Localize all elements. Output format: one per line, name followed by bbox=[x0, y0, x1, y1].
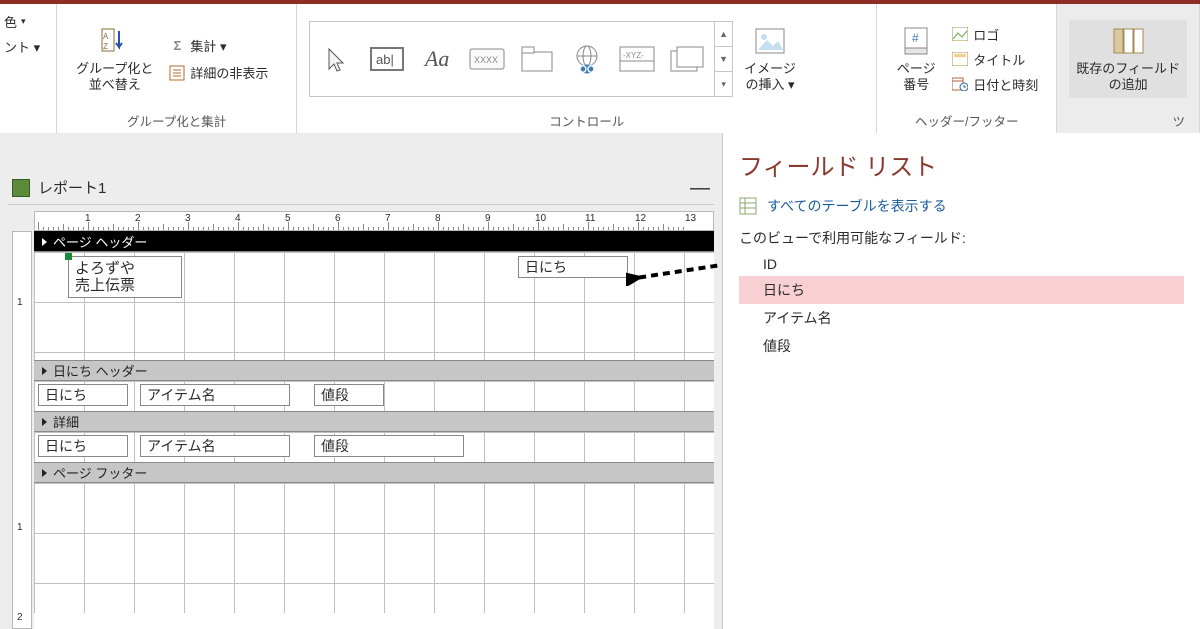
headerfooter-label: ヘッダー/フッター bbox=[889, 108, 1044, 133]
existing-fields-button[interactable]: 既存のフィールド の追加 bbox=[1069, 20, 1187, 99]
show-all-tables-link[interactable]: すべてのテーブルを表示する bbox=[739, 192, 1184, 220]
page-footer-bar[interactable]: ページ フッター bbox=[34, 462, 714, 483]
existing-fields-icon bbox=[1112, 25, 1144, 57]
sigma-icon: Σ bbox=[168, 37, 186, 55]
show-all-tables-label: すべてのテーブルを表示する bbox=[767, 196, 947, 216]
image-icon bbox=[754, 25, 786, 57]
title-icon bbox=[951, 50, 969, 68]
field-item-2[interactable]: アイテム名 bbox=[739, 304, 1184, 332]
color-label: 色 bbox=[4, 12, 17, 31]
d-price-field[interactable]: 値段 bbox=[314, 435, 464, 457]
gallery-group[interactable] bbox=[662, 35, 712, 83]
vertical-ruler[interactable]: 112 bbox=[12, 231, 32, 629]
gallery-scroll-down[interactable]: ▼ bbox=[715, 47, 732, 72]
field-item-3[interactable]: 値段 bbox=[739, 332, 1184, 360]
gallery-scroll-up[interactable]: ▲ bbox=[715, 22, 732, 47]
date-header-section[interactable]: 日にち アイテム名 値段 bbox=[34, 381, 714, 411]
horizontal-ruler[interactable]: 12345678910111213 bbox=[34, 211, 714, 231]
controls-label: コントロール bbox=[309, 108, 864, 133]
datetime-label: 日付と時刻 bbox=[973, 75, 1038, 94]
field-list-pane: フィールド リスト すべてのテーブルを表示する このビューで利用可能なフィールド… bbox=[722, 133, 1200, 629]
logo-icon bbox=[951, 25, 969, 43]
font-button[interactable]: ント ▾ bbox=[0, 35, 44, 58]
tools-label: ツ bbox=[1069, 108, 1187, 133]
group-sort-button[interactable]: AZ グループ化と 並べ替え bbox=[69, 20, 160, 99]
totals-button[interactable]: Σ 集計 ▾ bbox=[164, 34, 272, 57]
title-button[interactable]: タイトル bbox=[947, 48, 1042, 71]
detail-label: 詳細 bbox=[53, 412, 79, 431]
date-field-control[interactable]: 日にち bbox=[518, 256, 628, 278]
svg-text:-XYZ-: -XYZ- bbox=[623, 51, 644, 60]
field-list-title: フィールド リスト bbox=[739, 147, 1184, 182]
table-icon bbox=[739, 197, 757, 215]
report-icon bbox=[12, 179, 30, 197]
hide-details-button[interactable]: 詳細の非表示 bbox=[164, 61, 272, 84]
gallery-button[interactable]: XXXX bbox=[462, 35, 512, 83]
field-items-list: ID日にちアイテム名値段 bbox=[739, 252, 1184, 360]
report-tab-title: レポート1 bbox=[38, 177, 106, 198]
ribbon: 色▾ ント ▾ AZ グループ化と 並べ替え Σ 集計 ▾ bbox=[0, 0, 1200, 133]
page-number-label: ページ 番号 bbox=[897, 61, 936, 94]
totals-label: 集計 ▾ bbox=[190, 36, 226, 55]
detail-section[interactable]: 日にち アイテム名 値段 bbox=[34, 432, 714, 462]
svg-text:A: A bbox=[103, 32, 109, 41]
datetime-button[interactable]: 日付と時刻 bbox=[947, 73, 1042, 96]
group-sort-label: グループ化と 並べ替え bbox=[76, 61, 153, 94]
group-sort-icon: AZ bbox=[99, 25, 131, 57]
calendar-clock-icon bbox=[951, 75, 969, 93]
hide-details-icon bbox=[168, 64, 186, 82]
report-tab-header: レポート1 — bbox=[8, 175, 714, 205]
font-label: ント ▾ bbox=[4, 37, 40, 56]
page-footer-label: ページ フッター bbox=[53, 463, 147, 482]
design-pane: レポート1 — 12345678910111213 112 ページ ヘッダー よ… bbox=[0, 133, 722, 629]
page-number-icon: # bbox=[900, 25, 932, 57]
gallery-pointer[interactable] bbox=[312, 35, 362, 83]
field-item-1[interactable]: 日にち bbox=[739, 276, 1184, 304]
minimize-icon[interactable]: — bbox=[690, 183, 710, 193]
grouping-label: グループ化と集計 bbox=[69, 108, 284, 133]
d-item-field[interactable]: アイテム名 bbox=[140, 435, 290, 457]
svg-text:ab|: ab| bbox=[376, 52, 394, 67]
work-area: レポート1 — 12345678910111213 112 ページ ヘッダー よ… bbox=[0, 133, 1200, 629]
page-header-section[interactable]: よろずや 売上伝票 日にち bbox=[34, 252, 714, 360]
date-header-label: 日にち ヘッダー bbox=[53, 361, 148, 380]
color-button[interactable]: 色▾ bbox=[0, 10, 30, 33]
gallery-link[interactable] bbox=[562, 35, 612, 83]
page-footer-section[interactable] bbox=[34, 483, 714, 613]
gallery-textbox[interactable]: ab| bbox=[362, 35, 412, 83]
gallery-scroll[interactable]: ▲ ▼ ▾ bbox=[714, 22, 732, 96]
hide-details-label: 詳細の非表示 bbox=[190, 63, 268, 82]
gallery-navigation[interactable]: -XYZ- bbox=[612, 35, 662, 83]
page-number-button[interactable]: # ページ 番号 bbox=[889, 20, 943, 99]
title-label: タイトル bbox=[973, 50, 1025, 69]
insert-image-button[interactable]: イメージ の挿入 ▾ bbox=[737, 20, 803, 99]
gallery-scroll-more[interactable]: ▾ bbox=[715, 72, 732, 96]
available-fields-caption: このビューで利用可能なフィールド: bbox=[739, 228, 1184, 248]
logo-label: ロゴ bbox=[973, 25, 999, 44]
dh-date-label[interactable]: 日にち bbox=[38, 384, 128, 406]
existing-fields-label: 既存のフィールド の追加 bbox=[1076, 61, 1180, 94]
title-label-control[interactable]: よろずや 売上伝票 bbox=[68, 256, 182, 298]
logo-button[interactable]: ロゴ bbox=[947, 23, 1042, 46]
date-header-bar[interactable]: 日にち ヘッダー bbox=[34, 360, 714, 381]
field-item-0[interactable]: ID bbox=[739, 252, 1184, 276]
insert-image-label: イメージ の挿入 ▾ bbox=[744, 61, 796, 94]
design-surface[interactable]: ページ ヘッダー よろずや 売上伝票 日にち 日にち ヘッダー 日にち アイテム… bbox=[34, 231, 714, 629]
dh-item-label[interactable]: アイテム名 bbox=[140, 384, 290, 406]
gallery-tab[interactable] bbox=[512, 35, 562, 83]
detail-bar[interactable]: 詳細 bbox=[34, 411, 714, 432]
svg-text:XXXX: XXXX bbox=[474, 55, 498, 65]
svg-text:#: # bbox=[912, 31, 919, 45]
controls-gallery: ab| Aa XXXX -XYZ- bbox=[309, 21, 733, 97]
page-header-label: ページ ヘッダー bbox=[53, 232, 147, 251]
svg-text:Z: Z bbox=[103, 42, 108, 51]
gallery-label[interactable]: Aa bbox=[412, 35, 462, 83]
page-header-bar[interactable]: ページ ヘッダー bbox=[34, 231, 714, 252]
dh-price-label[interactable]: 値段 bbox=[314, 384, 384, 406]
d-date-field[interactable]: 日にち bbox=[38, 435, 128, 457]
